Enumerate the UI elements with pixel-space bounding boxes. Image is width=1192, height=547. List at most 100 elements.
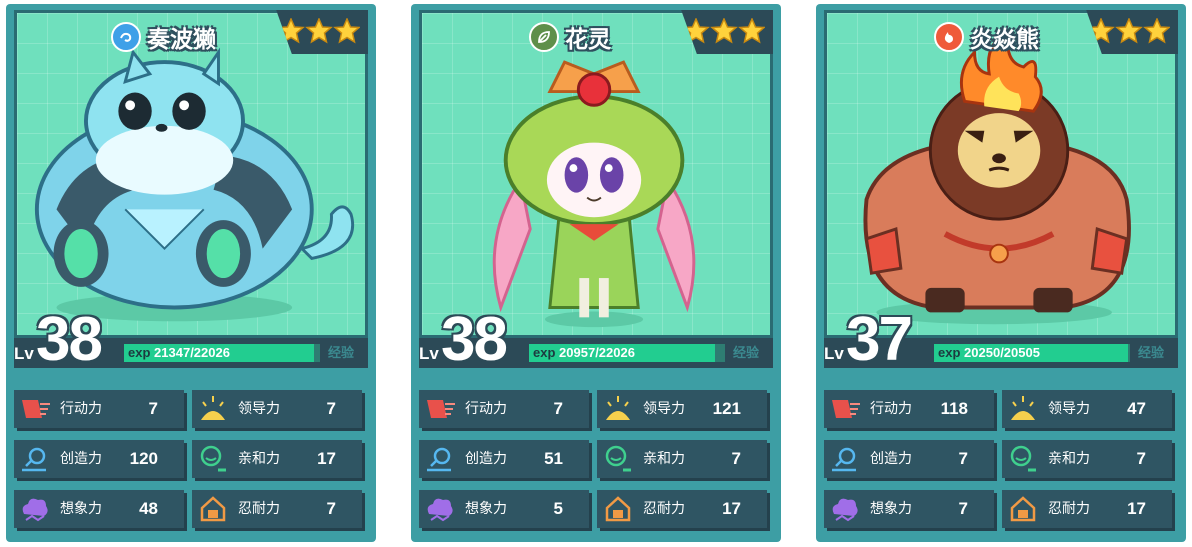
stat-label: 亲和力 [643, 451, 685, 467]
creativity-icon [427, 447, 451, 472]
exp-current: 21347 [154, 345, 191, 360]
leadership-icon [606, 396, 630, 420]
pet-name-bar: 奏波獭 [111, 20, 216, 54]
level-value: 37 [846, 305, 913, 374]
water-element-icon [111, 22, 141, 52]
stat-value: 120 [129, 449, 158, 468]
pet-portrait [419, 10, 773, 338]
stat-label: 行动力 [870, 401, 912, 417]
stat-imagination: 想象力 5 [419, 490, 589, 528]
stat-value: 7 [326, 499, 336, 518]
exp-max: /20505 [1000, 345, 1040, 360]
imagination-icon [427, 498, 453, 522]
leadership-icon [201, 396, 225, 420]
stat-label: 忍耐力 [238, 501, 280, 517]
stat-creativity: 创造力 7 [824, 440, 994, 478]
stat-label: 想象力 [870, 501, 912, 517]
stat-label: 创造力 [465, 451, 507, 467]
pet-card[interactable]: 炎焱熊 Lv 37 exp 20250/20505 经验 行动力 118 领导力… [816, 4, 1186, 542]
level-value: 38 [441, 305, 508, 374]
star-icon [333, 18, 360, 44]
stat-action: 行动力 7 [14, 390, 184, 428]
exp-text: exp 20957/22026 [529, 344, 635, 362]
stat-value: 17 [317, 449, 336, 468]
endurance-icon [1010, 496, 1036, 522]
stat-value: 48 [139, 499, 158, 518]
stat-label: 行动力 [60, 401, 102, 417]
stat-label: 领导力 [1048, 401, 1090, 417]
endurance-icon [200, 496, 226, 522]
pet-name-bar: 花灵 [529, 20, 611, 54]
exp-max: /22026 [190, 345, 230, 360]
stat-creativity: 创造力 51 [419, 440, 589, 478]
stat-value: 118 [940, 399, 968, 418]
creativity-icon [22, 447, 46, 472]
exp-label: exp [533, 345, 556, 360]
stat-imagination: 想象力 48 [14, 490, 184, 528]
stat-value: 17 [722, 499, 741, 518]
stat-label: 忍耐力 [643, 501, 685, 517]
stat-affinity: 亲和力 7 [597, 440, 767, 478]
stat-endurance: 忍耐力 17 [1002, 490, 1172, 528]
endurance-icon [605, 496, 631, 522]
star-icon [1143, 18, 1170, 44]
star-icon [738, 18, 765, 44]
stat-value: 7 [731, 449, 741, 468]
stat-value: 17 [1127, 499, 1146, 518]
stat-label: 忍耐力 [1048, 501, 1090, 517]
star-icon [1115, 18, 1143, 44]
action-icon [427, 400, 455, 418]
stat-label: 行动力 [465, 401, 507, 417]
stat-value: 51 [544, 449, 563, 468]
pet-name: 奏波獭 [147, 27, 216, 53]
stat-endurance: 忍耐力 17 [597, 490, 767, 528]
exp-link[interactable]: 经验 [733, 342, 759, 361]
stat-value: 7 [553, 399, 563, 418]
pet-card[interactable]: 花灵 Lv 38 exp 20957/22026 经验 行动力 7 领导力 12… [411, 4, 781, 542]
level-value: 38 [36, 305, 103, 374]
pet-portrait [824, 10, 1178, 338]
stat-endurance: 忍耐力 7 [192, 490, 362, 528]
stat-label: 领导力 [238, 401, 280, 417]
stat-label: 想象力 [60, 501, 102, 517]
stat-imagination: 想象力 7 [824, 490, 994, 528]
flame-bear-illustration [863, 30, 1131, 325]
stat-value: 5 [553, 499, 563, 518]
affinity-icon [200, 445, 226, 472]
fire-element-icon [934, 22, 964, 52]
stat-value: 121 [712, 399, 741, 418]
affinity-icon [605, 445, 631, 472]
stat-label: 创造力 [870, 451, 912, 467]
level-label: Lv [419, 344, 439, 363]
level-label: Lv [824, 344, 844, 363]
exp-text: exp 21347/22026 [124, 344, 230, 362]
stat-leadership: 领导力 47 [1002, 390, 1172, 428]
exp-current: 20250 [964, 345, 1001, 360]
exp-max: /22026 [595, 345, 635, 360]
affinity-icon [1010, 445, 1036, 472]
pet-card[interactable]: 奏波獭 Lv 38 exp 21347/22026 经验 行动力 7 领导力 7… [6, 4, 376, 542]
stat-value: 7 [1136, 449, 1146, 468]
stat-label: 亲和力 [238, 451, 280, 467]
stat-action: 行动力 7 [419, 390, 589, 428]
stat-value: 7 [958, 449, 968, 468]
stat-label: 创造力 [60, 451, 102, 467]
stat-creativity: 创造力 120 [14, 440, 184, 478]
exp-label: exp [938, 345, 961, 360]
imagination-icon [22, 498, 48, 522]
otter-creature-illustration [34, 47, 354, 322]
level-label: Lv [14, 344, 34, 363]
leadership-icon [1011, 396, 1035, 420]
action-icon [22, 400, 50, 418]
stat-label: 亲和力 [1048, 451, 1090, 467]
exp-link[interactable]: 经验 [328, 342, 354, 361]
creativity-icon [832, 447, 856, 472]
star-icon [710, 18, 738, 44]
exp-link[interactable]: 经验 [1138, 342, 1164, 361]
stat-value: 7 [148, 399, 158, 418]
pet-portrait [14, 10, 368, 338]
flower-fairy-illustration [492, 60, 696, 328]
star-icon [305, 18, 333, 44]
stat-affinity: 亲和力 7 [1002, 440, 1172, 478]
leaf-element-icon [529, 22, 559, 52]
